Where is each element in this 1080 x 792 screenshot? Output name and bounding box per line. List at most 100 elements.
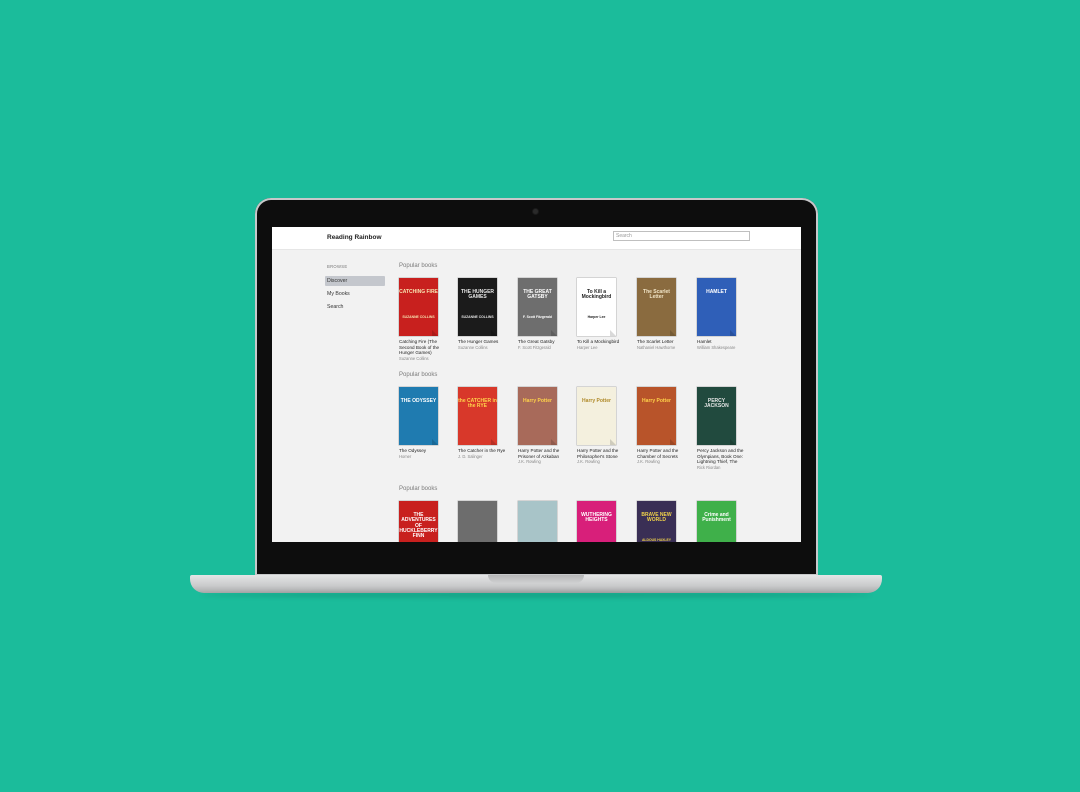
cover-title: Crime and Punishment [702,512,731,524]
book-author: Homer [399,453,412,459]
book-author: J.K. Rowling [518,459,541,464]
cover-title: Harry Potter [642,398,671,404]
cover-title: THE ADVENTURES OF HUCKLEBERRY FINN [399,512,438,539]
section-heading: Popular books [399,486,438,492]
book-item[interactable]: Crime and Punishment [697,501,745,542]
book-cover[interactable]: Crime and Punishment [697,501,736,542]
cover-title: the CATCHER in the RYE [458,398,497,410]
book-cover[interactable]: Harry Potter [577,387,616,445]
cover-title: WUTHERING HEIGHTS [581,512,612,524]
book-item[interactable] [518,501,566,542]
book-title[interactable]: Catching Fire (The Second Book of the Hu… [399,339,447,356]
book-cover[interactable]: Harry Potter [637,387,676,445]
book-title[interactable]: Percy Jackson and the Olympians, Book On… [697,448,745,465]
sidebar-heading: BROWSE [327,264,348,269]
book-cover[interactable]: THE GREAT GATSBY F. Scott Fitzgerald [518,278,557,336]
book-author: Rick Riordan [697,464,721,470]
cover-author: F. Scott Fitzgerald [522,315,552,319]
book-cover[interactable]: BRAVE NEW WORLD ALDOUS HUXLEY [637,501,676,542]
book-cover[interactable]: The Scarlet Letter [637,278,676,336]
book-item[interactable]: The Scarlet Letter The Scarlet Letter Nath… [637,278,685,350]
book-author: Harper Lee [577,344,598,350]
book-cover[interactable]: CATCHING FIRE SUZANNE COLLINS [399,278,438,336]
book-item[interactable]: THE ODYSSEY The Odyssey Homer [399,387,447,459]
laptop-notch [488,575,584,583]
cover-author: ALDOUS HUXLEY [641,538,671,542]
sidebar-item-discover[interactable]: Discover [325,276,385,286]
cover-author: SUZANNE COLLINS [402,315,435,319]
sidebar-item-my-books[interactable]: My Books [325,289,385,299]
cover-title: Harry Potter [582,398,611,404]
book-cover[interactable] [518,501,557,542]
book-title[interactable]: The Catcher in the Rye [458,448,506,454]
cover-title: CATCHING FIRE [399,289,438,295]
sidebar-item-search[interactable]: Search [325,302,385,312]
cover-title: THE HUNGER GAMES [460,289,495,301]
book-author: Suzanne Collins [399,355,429,361]
book-cover[interactable]: WUTHERING HEIGHTS [577,501,616,542]
section-heading: Popular books [399,263,438,269]
book-item[interactable]: THE HUNGER GAMES SUZANNE COLLINS The Hunge… [458,278,506,350]
cover-title: THE ODYSSEY [400,398,437,404]
app-title[interactable]: Reading Rainbow [327,234,382,241]
book-cover[interactable]: Harry Potter [518,387,557,445]
book-cover[interactable]: To Kill a Mockingbird Harper Lee [577,278,616,336]
book-cover[interactable]: THE HUNGER GAMES SUZANNE COLLINS [458,278,497,336]
page-curl-icon [610,330,616,336]
page-curl-icon [432,439,438,445]
book-author: J. D. Salinger [458,453,483,459]
cover-author: SUZANNE COLLINS [461,315,494,319]
page-curl-icon [610,439,616,445]
book-author: J.K. Rowling [637,459,660,464]
top-bar: Reading Rainbow [272,227,801,250]
page-curl-icon [730,330,736,336]
book-title[interactable]: To Kill a Mockingbird [577,339,625,345]
cover-title: BRAVE NEW WORLD [641,512,672,524]
book-item[interactable]: CATCHING FIRE SUZANNE COLLINS Catching Fir… [399,278,447,361]
cover-title: THE GREAT GATSBY [523,289,552,301]
cover-title: HAMLET [706,289,727,295]
book-item[interactable]: THE ADVENTURES OF HUCKLEBERRY FINN [399,501,447,542]
book-item[interactable]: THE GREAT GATSBY F. Scott Fitzgerald The G… [518,278,566,350]
book-title[interactable]: Harry Potter and the Prisoner of Azkaban [518,448,566,459]
page-curl-icon [551,439,557,445]
book-item[interactable]: To Kill a Mockingbird Harper Lee To Kill a… [577,278,625,350]
book-cover[interactable]: PERCY JACKSON [697,387,736,445]
book-item[interactable]: HAMLET Hamlet William Shakespeare [697,278,745,350]
book-item[interactable]: the CATCHER in the RYE The Catcher in the… [458,387,506,459]
page-curl-icon [491,439,497,445]
book-item[interactable]: Harry Potter Harry Potter and the Prisone… [518,387,566,464]
book-cover[interactable]: THE ODYSSEY [399,387,438,445]
book-title[interactable]: Harry Potter and the Chamber of Secrets [637,448,685,459]
book-item[interactable]: PERCY JACKSON Percy Jackson and the Olymp… [697,387,745,470]
book-item[interactable]: Harry Potter Harry Potter and the Chamber… [637,387,685,464]
book-author: Nathaniel Hawthorne [637,344,676,350]
book-author: F. Scott Fitzgerald [518,344,551,350]
page-curl-icon [670,439,676,445]
cover-title: Harry Potter [523,398,552,404]
search-input[interactable] [613,231,750,241]
book-item[interactable]: BRAVE NEW WORLD ALDOUS HUXLEY [637,501,685,542]
page-curl-icon [432,330,438,336]
cover-title: PERCY JACKSON [704,398,729,410]
book-author: Suzanne Collins [458,344,488,350]
book-item[interactable]: WUTHERING HEIGHTS [577,501,625,542]
cover-title: To Kill a Mockingbird [581,289,612,301]
page-curl-icon [670,330,676,336]
cover-title: The Scarlet Letter [643,289,670,301]
app-screen: Reading Rainbow BROWSE Discover My Books… [272,227,801,542]
page-curl-icon [730,439,736,445]
book-item[interactable]: Harry Potter Harry Potter and the Philoso… [577,387,625,464]
book-cover[interactable]: the CATCHER in the RYE [458,387,497,445]
page-curl-icon [551,330,557,336]
book-cover[interactable]: THE ADVENTURES OF HUCKLEBERRY FINN [399,501,438,542]
book-cover[interactable]: HAMLET [697,278,736,336]
book-title[interactable]: Harry Potter and the Philosopher's Stone [577,448,625,459]
book-cover[interactable] [458,501,497,542]
camera-icon [533,209,538,214]
book-item[interactable] [458,501,506,542]
laptop-shadow [200,592,872,598]
page-curl-icon [491,330,497,336]
cover-author: Harper Lee [587,315,606,319]
book-author: J.K. Rowling [577,459,600,464]
